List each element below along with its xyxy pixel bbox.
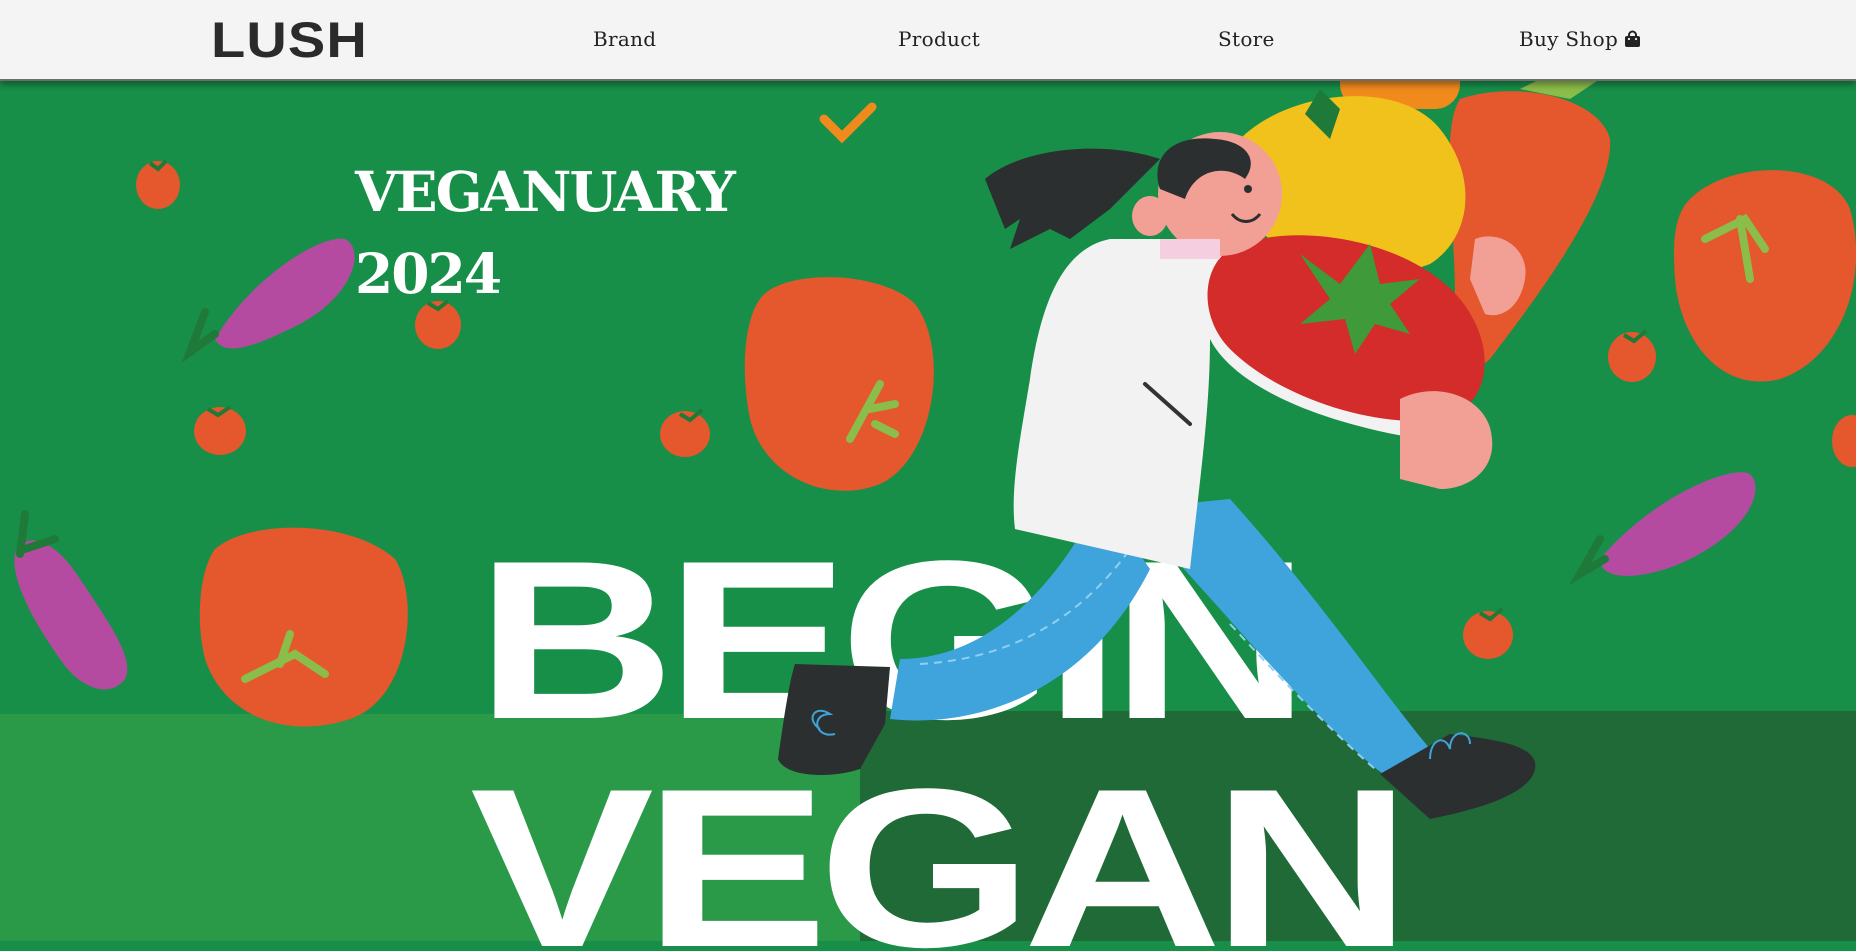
- veganuary-title: VEGANUARY 2024: [355, 151, 736, 315]
- lush-logo[interactable]: LUSH: [211, 14, 368, 66]
- character-back-shoe: [778, 664, 890, 775]
- character-hand-front: [1400, 391, 1493, 489]
- shopping-bag-icon: [1625, 30, 1641, 47]
- character-eye: [1244, 185, 1252, 193]
- character-hair-tail: [985, 148, 1160, 249]
- character-hand-back: [1470, 236, 1526, 316]
- character-collar: [1160, 239, 1220, 259]
- character-ear: [1132, 196, 1168, 236]
- nav-buy-shop-link[interactable]: Buy Shop: [1519, 27, 1641, 51]
- nav-store-link[interactable]: Store: [1218, 27, 1275, 51]
- nav-brand-link[interactable]: Brand: [593, 27, 656, 51]
- hero-banner: BEGIN VEGAN VEGANUARY 2024: [0, 79, 1856, 951]
- site-header: LUSH Brand Product Store Buy Shop: [0, 0, 1856, 79]
- veganuary-title-line1: VEGANUARY: [355, 159, 736, 224]
- veganuary-title-line2: 2024: [355, 241, 502, 306]
- nav-buy-shop-label: Buy Shop: [1519, 27, 1619, 51]
- nav-product-link[interactable]: Product: [898, 27, 980, 51]
- running-character: [778, 132, 1536, 819]
